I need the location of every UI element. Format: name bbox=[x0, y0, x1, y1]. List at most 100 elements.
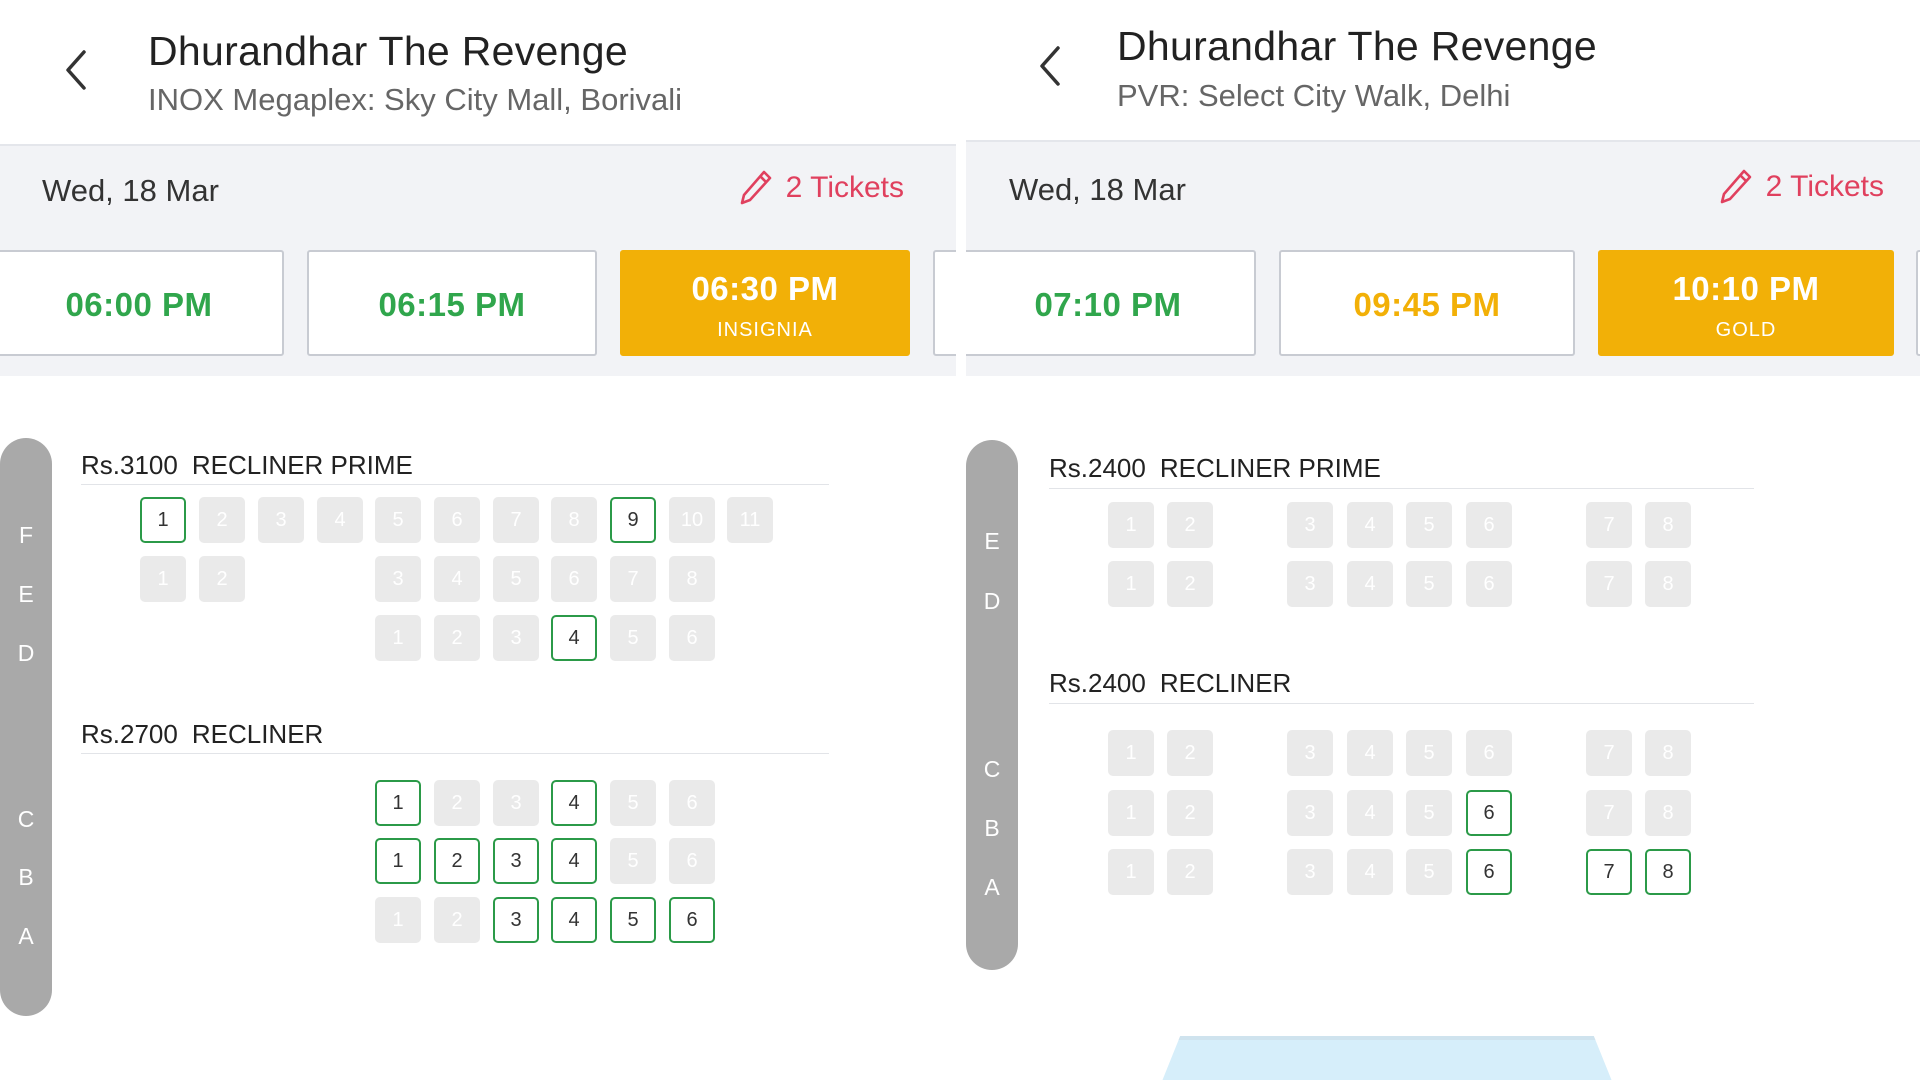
seat-sold: 5 bbox=[1406, 849, 1452, 895]
movie-title: Dhurandhar The Revenge bbox=[148, 28, 628, 74]
back-arrow-icon[interactable] bbox=[1030, 38, 1070, 94]
seat-sold: 3 bbox=[1287, 561, 1333, 607]
section-price: Rs.2700 bbox=[81, 719, 178, 749]
seat-available[interactable]: 3 bbox=[493, 897, 539, 943]
seat-sold: 6 bbox=[669, 780, 715, 826]
showtime-option[interactable]: 07:10 PM bbox=[966, 250, 1256, 356]
seat-sold: 2 bbox=[1167, 502, 1213, 548]
seat-section-header: Rs.2700 RECLINER bbox=[81, 719, 323, 750]
show-date: Wed, 18 Mar bbox=[42, 173, 219, 208]
edit-ticket-count-button[interactable]: 2 Tickets bbox=[738, 168, 904, 208]
app-header: Dhurandhar The Revenge PVR: Select City … bbox=[966, 0, 1920, 142]
showtime-time: 06:15 PM bbox=[378, 286, 526, 323]
seat-available[interactable]: 4 bbox=[551, 615, 597, 661]
seat-sold: 5 bbox=[610, 838, 656, 884]
seat-sold: 6 bbox=[1466, 561, 1512, 607]
back-arrow-icon[interactable] bbox=[56, 42, 96, 98]
seat-sold: 5 bbox=[1406, 561, 1452, 607]
seat-available[interactable]: 9 bbox=[610, 497, 656, 543]
seat-sold: 4 bbox=[1347, 790, 1393, 836]
seat-sold: 4 bbox=[1347, 849, 1393, 895]
seat-sold: 2 bbox=[199, 497, 245, 543]
seat-available[interactable]: 6 bbox=[669, 897, 715, 943]
seat-available[interactable]: 6 bbox=[1466, 849, 1512, 895]
seat-sold: 4 bbox=[1347, 730, 1393, 776]
seat-sold: 3 bbox=[1287, 790, 1333, 836]
seat-sold: 3 bbox=[1287, 730, 1333, 776]
section-price: Rs.2400 bbox=[1049, 668, 1146, 698]
showtime-option[interactable]: 06:15 PM bbox=[307, 250, 597, 356]
showtime-format: GOLD bbox=[1715, 319, 1777, 341]
seat-available[interactable]: 8 bbox=[1645, 849, 1691, 895]
seat-sold: 4 bbox=[434, 556, 480, 602]
seat-sold: 3 bbox=[258, 497, 304, 543]
row-label: D bbox=[17, 640, 35, 666]
row-label: E bbox=[18, 581, 34, 607]
ticket-count-label: 2 Tickets bbox=[1765, 170, 1884, 203]
showtime-option-selected[interactable]: 06:30 PM INSIGNIA bbox=[620, 250, 910, 356]
seat-sold: 4 bbox=[317, 497, 363, 543]
showtime-time: 06:00 PM bbox=[65, 286, 213, 323]
seat-sold: 6 bbox=[1466, 730, 1512, 776]
seat-sold: 7 bbox=[1586, 561, 1632, 607]
panel-separator bbox=[956, 0, 966, 1080]
section-name: RECLINER PRIME bbox=[1159, 453, 1381, 483]
showtime-option-partial[interactable] bbox=[933, 250, 956, 356]
row-label: B bbox=[984, 815, 1000, 841]
seat-sold: 1 bbox=[1108, 730, 1154, 776]
movie-title: Dhurandhar The Revenge bbox=[1117, 23, 1597, 69]
seat-sold: 8 bbox=[551, 497, 597, 543]
seat-sold: 2 bbox=[1167, 790, 1213, 836]
seat-sold: 3 bbox=[493, 615, 539, 661]
seat-sold: 2 bbox=[1167, 561, 1213, 607]
showtime-option[interactable]: 09:45 PM bbox=[1279, 250, 1575, 356]
row-label: B bbox=[18, 864, 34, 890]
venue-name: PVR: Select City Walk, Delhi bbox=[1117, 78, 1511, 113]
seat-sold: 2 bbox=[434, 615, 480, 661]
seat-available[interactable]: 1 bbox=[140, 497, 186, 543]
showtime-format: INSIGNIA bbox=[717, 319, 813, 341]
section-divider bbox=[81, 484, 829, 485]
seat-available[interactable]: 6 bbox=[1466, 790, 1512, 836]
edit-ticket-count-button[interactable]: 2 Tickets bbox=[1718, 167, 1884, 207]
row-letter-rail: F E D C B A bbox=[0, 438, 52, 1016]
showtime-option-partial[interactable] bbox=[1916, 250, 1920, 356]
seat-sold: 1 bbox=[1108, 502, 1154, 548]
seat-available[interactable]: 2 bbox=[434, 838, 480, 884]
venue-name: INOX Megaplex: Sky City Mall, Borivali bbox=[148, 82, 683, 117]
seat-available[interactable]: 7 bbox=[1586, 849, 1632, 895]
seat-sold: 2 bbox=[434, 780, 480, 826]
screenshot-panel-pvr: Dhurandhar The Revenge PVR: Select City … bbox=[966, 0, 1920, 1080]
seat-sold: 8 bbox=[1645, 561, 1691, 607]
section-price: Rs.3100 bbox=[81, 450, 178, 480]
seat-available[interactable]: 4 bbox=[551, 838, 597, 884]
row-label: F bbox=[18, 522, 34, 548]
showtime-time: 10:10 PM bbox=[1672, 270, 1820, 307]
seat-available[interactable]: 4 bbox=[551, 897, 597, 943]
row-label: D bbox=[983, 588, 1001, 614]
showtime-time: 06:30 PM bbox=[691, 270, 839, 307]
seat-sold: 8 bbox=[1645, 730, 1691, 776]
seat-sold: 3 bbox=[375, 556, 421, 602]
seat-sold: 5 bbox=[610, 780, 656, 826]
seat-available[interactable]: 1 bbox=[375, 838, 421, 884]
seat-available[interactable]: 5 bbox=[610, 897, 656, 943]
seat-sold: 5 bbox=[375, 497, 421, 543]
seat-sold: 3 bbox=[1287, 502, 1333, 548]
showtime-option-selected[interactable]: 10:10 PM GOLD bbox=[1598, 250, 1894, 356]
seat-sold: 5 bbox=[1406, 790, 1452, 836]
seat-sold: 4 bbox=[1347, 561, 1393, 607]
seat-available[interactable]: 3 bbox=[493, 838, 539, 884]
seat-section-header: Rs.2400 RECLINER PRIME bbox=[1049, 453, 1381, 484]
seat-sold: 1 bbox=[1108, 849, 1154, 895]
showtime-option[interactable]: 06:00 PM bbox=[0, 250, 284, 356]
seat-available[interactable]: 1 bbox=[375, 780, 421, 826]
seat-sold: 3 bbox=[1287, 849, 1333, 895]
row-label: C bbox=[983, 756, 1001, 782]
seat-sold: 4 bbox=[1347, 502, 1393, 548]
seat-available[interactable]: 4 bbox=[551, 780, 597, 826]
seat-sold: 6 bbox=[1466, 502, 1512, 548]
section-price: Rs.2400 bbox=[1049, 453, 1146, 483]
seat-sold: 8 bbox=[1645, 502, 1691, 548]
seat-section-header: Rs.2400 RECLINER bbox=[1049, 668, 1291, 699]
